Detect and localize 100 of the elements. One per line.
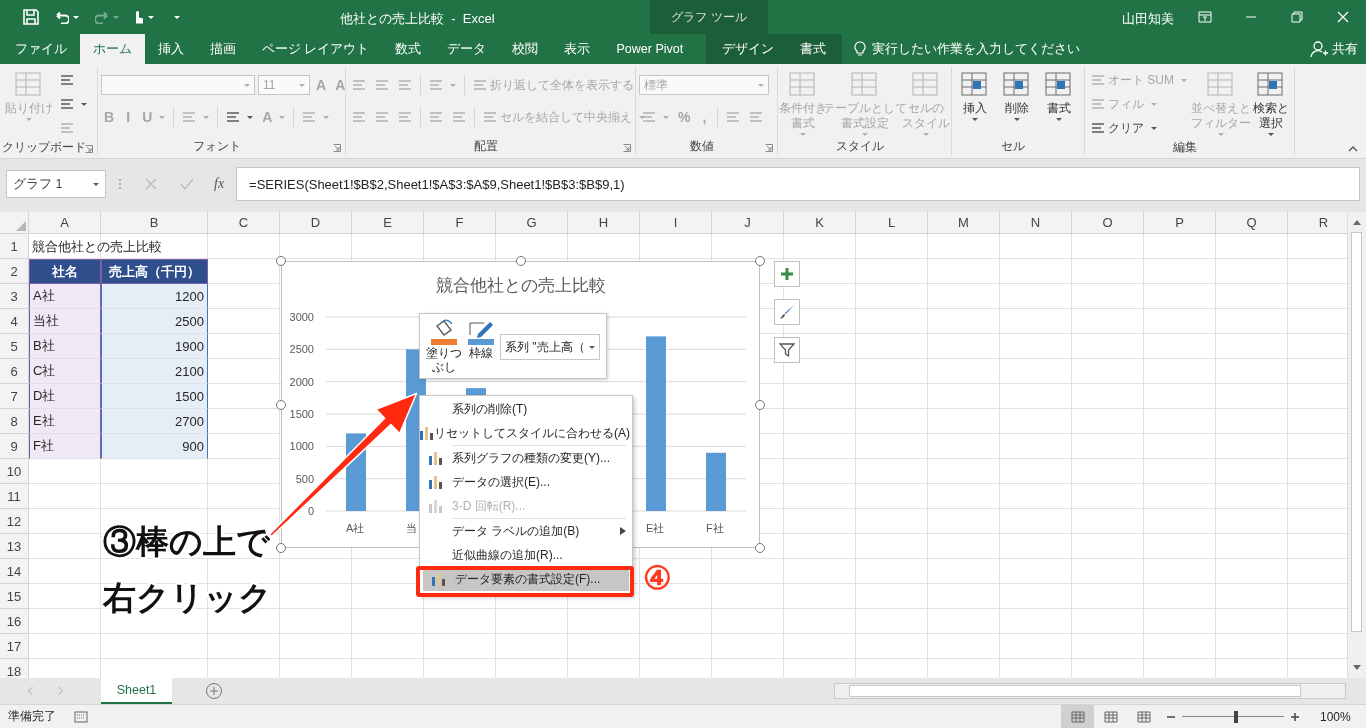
ribbon-tab[interactable]: ファイル xyxy=(2,34,80,64)
name-box[interactable]: グラフ 1 xyxy=(6,170,106,198)
row-header[interactable]: 16 xyxy=(0,609,29,634)
chart-filters-button[interactable] xyxy=(774,337,800,363)
column-header[interactable]: P xyxy=(1144,212,1216,234)
lines-icon xyxy=(1091,98,1105,110)
row-header[interactable]: 9 xyxy=(0,434,29,459)
selection-handle[interactable] xyxy=(755,399,765,410)
fill-button[interactable]: 塗りつぶし xyxy=(426,318,462,374)
column-header[interactable]: R xyxy=(1288,212,1347,234)
column-header[interactable]: K xyxy=(784,212,856,234)
table-cell: F社 xyxy=(29,434,101,459)
insert-function-button[interactable]: fx xyxy=(214,176,225,192)
chart-icon xyxy=(420,426,434,440)
minimize-icon xyxy=(1245,16,1257,18)
menu-item[interactable]: データの選択(E)... xyxy=(420,470,632,494)
ribbon-tab[interactable]: 校閲 xyxy=(499,34,552,64)
formula-field[interactable]: =SERIES(Sheet1!$B$2,Sheet1!$A$3:$A$9,Sheet1!$B$3:$B$9,1) xyxy=(236,167,1360,201)
share-button[interactable]: 共有 xyxy=(1310,40,1358,58)
column-header[interactable]: I xyxy=(640,212,712,234)
horizontal-scrollbar[interactable] xyxy=(834,683,1346,699)
row-header[interactable]: 1 xyxy=(0,234,29,259)
column-header[interactable]: A xyxy=(29,212,101,234)
row-header[interactable]: 13 xyxy=(0,534,29,559)
row-header[interactable]: 4 xyxy=(0,309,29,334)
row-header[interactable]: 3 xyxy=(0,284,29,309)
ribbon-tab[interactable]: 表示 xyxy=(551,34,604,64)
row-header[interactable]: 6 xyxy=(0,359,29,384)
ribbon-tab[interactable]: 挿入 xyxy=(145,34,197,64)
tell-me-field[interactable]: 実行したい作業を入力してください xyxy=(854,34,1113,64)
row-header[interactable]: 7 xyxy=(0,384,29,409)
cancel-icon[interactable] xyxy=(144,177,158,191)
chart-styles-button[interactable] xyxy=(774,299,800,325)
sheet-tab[interactable]: Sheet1 xyxy=(101,678,172,704)
column-header[interactable]: G xyxy=(496,212,568,234)
menu-item[interactable]: 系列の削除(T) xyxy=(420,397,632,421)
ribbon-large-button[interactable]: 書式 xyxy=(1039,67,1079,123)
submenu-arrow-icon xyxy=(620,527,626,535)
menu-item[interactable]: データ ラベルの追加(B) xyxy=(420,519,632,543)
ribbon-tab[interactable]: ホーム xyxy=(80,34,145,64)
ribbon-button[interactable]: クリア xyxy=(1088,117,1190,139)
row-header[interactable]: 11 xyxy=(0,484,29,509)
column-header[interactable]: D xyxy=(280,212,352,234)
select-all-corner[interactable] xyxy=(0,212,29,234)
ribbon-tab[interactable]: 描画 xyxy=(197,34,249,64)
column-header[interactable]: O xyxy=(1072,212,1144,234)
macro-record-icon[interactable] xyxy=(74,709,88,724)
row-header[interactable]: 8 xyxy=(0,409,29,434)
launcher-icon[interactable] xyxy=(333,144,341,152)
column-header[interactable]: E xyxy=(352,212,424,234)
row-header[interactable]: 18 xyxy=(0,659,29,678)
row-header[interactable]: 10 xyxy=(0,459,29,484)
ribbon-tab[interactable]: 数式 xyxy=(382,34,435,64)
row-header[interactable]: 5 xyxy=(0,334,29,359)
header-cell: 社名 xyxy=(29,259,101,284)
chart-elements-button[interactable] xyxy=(774,261,800,287)
table-cell: B社 xyxy=(29,334,101,359)
selection-handle[interactable] xyxy=(755,256,765,266)
ribbon-large-button[interactable]: 削除 xyxy=(997,67,1037,123)
row-header[interactable]: 15 xyxy=(0,584,29,609)
selection-handle[interactable] xyxy=(755,543,765,553)
ribbon-tab[interactable]: Power Pivot xyxy=(603,34,697,64)
ribbon-tab[interactable]: ページ レイアウト xyxy=(249,34,383,64)
column-header[interactable]: H xyxy=(568,212,640,234)
collapse-icon[interactable] xyxy=(1348,146,1358,152)
column-header[interactable]: Q xyxy=(1216,212,1288,234)
ribbon-tab[interactable]: デザイン xyxy=(706,34,788,64)
ribbon-large-button[interactable]: 挿入 xyxy=(955,67,995,123)
view-button[interactable] xyxy=(1061,704,1094,728)
selection-handle[interactable] xyxy=(515,256,526,266)
menu-item[interactable]: リセットしてスタイルに合わせる(A) xyxy=(420,421,632,445)
column-header[interactable]: C xyxy=(208,212,280,234)
ribbon-tab[interactable]: 書式 xyxy=(787,34,843,64)
column-header[interactable]: F xyxy=(424,212,496,234)
outline-button[interactable]: 枠線 xyxy=(466,318,496,360)
column-header[interactable]: N xyxy=(1000,212,1072,234)
launcher-icon[interactable] xyxy=(623,144,631,152)
add-sheet-icon[interactable] xyxy=(205,682,223,700)
paint-bucket-icon xyxy=(429,318,459,346)
selection-handle[interactable] xyxy=(276,543,286,553)
column-header[interactable]: J xyxy=(712,212,784,234)
selection-handle[interactable] xyxy=(276,399,286,410)
ribbon-large-button[interactable]: 検索と 選択 xyxy=(1251,67,1291,138)
series-dropdown[interactable]: 系列 "売上高（ xyxy=(500,334,600,360)
vertical-scrollbar[interactable] xyxy=(1347,212,1366,678)
row-header[interactable]: 17 xyxy=(0,634,29,659)
ribbon-tab[interactable]: データ xyxy=(434,34,500,64)
column-header[interactable]: L xyxy=(856,212,928,234)
row-header[interactable]: 12 xyxy=(0,509,29,534)
row-header[interactable]: 2 xyxy=(0,259,29,284)
column-header[interactable]: B xyxy=(101,212,208,234)
drag-handle-icon[interactable] xyxy=(118,178,122,190)
launcher-icon[interactable] xyxy=(765,144,773,152)
selection-handle[interactable] xyxy=(276,256,286,266)
column-header[interactable]: M xyxy=(928,212,1000,234)
launcher-icon[interactable] xyxy=(85,145,93,153)
check-icon[interactable] xyxy=(180,177,194,191)
row-header[interactable]: 14 xyxy=(0,559,29,584)
menu-item[interactable]: 系列グラフの種類の変更(Y)... xyxy=(420,446,632,470)
zoom-in-icon[interactable] xyxy=(1290,711,1300,722)
